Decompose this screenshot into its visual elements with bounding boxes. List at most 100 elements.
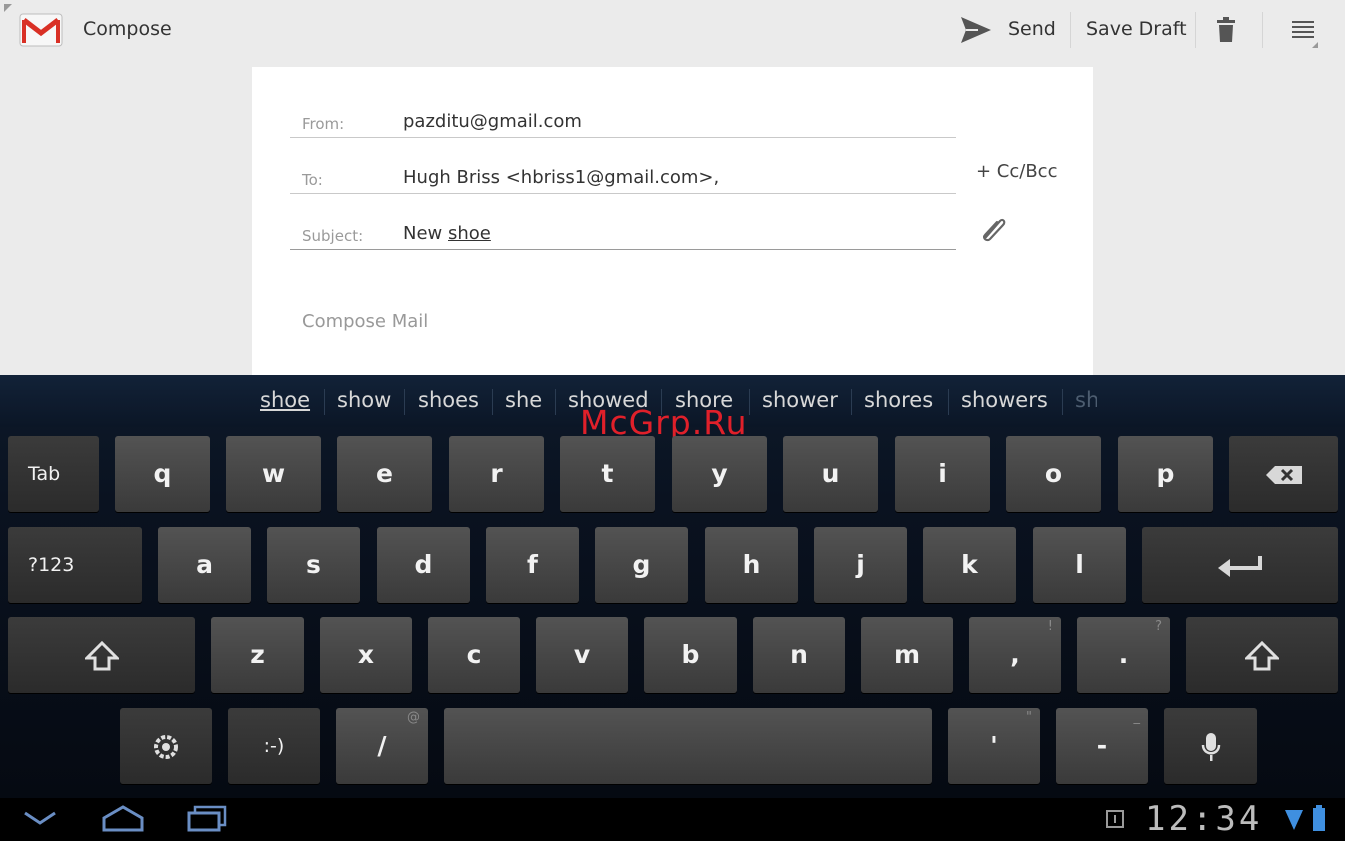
key-p[interactable]: p — [1118, 436, 1213, 512]
overflow-menu-icon[interactable] — [1290, 18, 1318, 50]
key-c[interactable]: c — [428, 617, 520, 693]
key-shift-left[interactable] — [8, 617, 195, 693]
key-w[interactable]: w — [226, 436, 321, 512]
shift-icon — [1243, 640, 1281, 670]
key-i[interactable]: i — [895, 436, 990, 512]
key-slash[interactable]: / @ — [336, 708, 428, 784]
suggestion-divider — [851, 389, 852, 415]
key-space[interactable] — [444, 708, 932, 784]
key-dash-label: - — [1096, 731, 1108, 760]
key-f[interactable]: f — [486, 527, 579, 603]
notification-icon[interactable] — [1106, 810, 1124, 828]
key-backspace[interactable] — [1229, 436, 1338, 512]
suggestion-item[interactable]: she — [505, 388, 542, 412]
key-period-hint: ? — [1155, 619, 1162, 634]
suggestion-item[interactable]: sh — [1075, 388, 1097, 412]
suggestion-divider — [1062, 389, 1063, 415]
key-q[interactable]: q — [115, 436, 210, 512]
cc-bcc-button[interactable]: + Cc/Bcc — [976, 161, 1057, 182]
key-slash-label: / — [377, 731, 387, 760]
key-v[interactable]: v — [536, 617, 628, 693]
home-icon[interactable] — [100, 804, 146, 832]
key-slash-hint: @ — [407, 710, 420, 725]
send-button[interactable]: Send — [1008, 18, 1056, 40]
key-comma[interactable]: , ! — [969, 617, 1061, 693]
action-divider — [1070, 12, 1071, 48]
enter-icon — [1218, 555, 1262, 577]
to-field[interactable]: To: Hugh Briss <hbriss1@gmail.com>, — [290, 153, 956, 194]
suggestion-item[interactable]: shores — [864, 388, 933, 412]
from-field[interactable]: From: pazditu@gmail.com — [290, 97, 956, 138]
key-n[interactable]: n — [753, 617, 845, 693]
to-value: Hugh Briss <hbriss1@gmail.com>, — [403, 167, 720, 188]
key-y[interactable]: y — [672, 436, 767, 512]
back-hide-keyboard-icon[interactable] — [22, 808, 58, 828]
key-b[interactable]: b — [644, 617, 737, 693]
battery-icon — [1313, 805, 1325, 831]
suggestion-item[interactable]: shoes — [418, 388, 479, 412]
gmail-app-icon[interactable] — [18, 10, 64, 50]
send-icon[interactable] — [958, 14, 994, 46]
suggestion-item[interactable]: showers — [961, 388, 1048, 412]
settings-gear-icon — [154, 734, 178, 759]
key-apostrophe[interactable]: ' " — [948, 708, 1040, 784]
key-settings[interactable] — [120, 708, 212, 784]
recent-apps-icon[interactable] — [186, 804, 228, 832]
soft-keyboard: shoe show shoes she showed shore shower … — [0, 375, 1345, 798]
subject-composing-word: shoe — [448, 223, 491, 244]
suggestion-divider — [948, 389, 949, 415]
key-comma-label: , — [1010, 640, 1020, 669]
key-symbols[interactable]: ?123 — [8, 527, 142, 603]
key-u[interactable]: u — [783, 436, 878, 512]
key-period-label: . — [1118, 640, 1129, 669]
page-title: Compose — [83, 18, 172, 40]
from-label: From: — [302, 115, 345, 133]
trash-icon[interactable] — [1214, 16, 1238, 44]
suggestion-divider — [324, 389, 325, 415]
key-dash[interactable]: - _ — [1056, 708, 1148, 784]
suggestion-divider — [749, 389, 750, 415]
wifi-signal-icon — [1285, 810, 1303, 830]
from-value: pazditu@gmail.com — [403, 111, 582, 132]
key-voice[interactable] — [1164, 708, 1257, 784]
key-s[interactable]: s — [267, 527, 360, 603]
subject-prefix: New — [403, 223, 443, 244]
key-z[interactable]: z — [211, 617, 304, 693]
key-d[interactable]: d — [377, 527, 470, 603]
key-g[interactable]: g — [595, 527, 688, 603]
key-h[interactable]: h — [705, 527, 798, 603]
key-shift-right[interactable] — [1186, 617, 1338, 693]
key-k[interactable]: k — [923, 527, 1016, 603]
suggestion-item[interactable]: show — [337, 388, 391, 412]
suggestion-strip: shoe show shoes she showed shore shower … — [0, 375, 1345, 442]
suggestion-divider — [555, 389, 556, 415]
action-divider — [1262, 12, 1263, 48]
attach-icon[interactable] — [978, 213, 1008, 243]
key-smiley[interactable]: :-) — [228, 708, 320, 784]
suggestion-item[interactable]: shower — [762, 388, 838, 412]
subject-field[interactable]: Subject: New shoe — [290, 209, 956, 250]
key-apostrophe-label: ' — [990, 731, 998, 760]
compose-card: From: pazditu@gmail.com To: Hugh Briss <… — [252, 67, 1093, 375]
key-m[interactable]: m — [861, 617, 953, 693]
suggestion-item[interactable]: shoe — [260, 388, 310, 412]
key-a[interactable]: a — [158, 527, 251, 603]
key-r[interactable]: r — [449, 436, 544, 512]
key-t[interactable]: t — [560, 436, 655, 512]
key-j[interactable]: j — [814, 527, 907, 603]
key-x[interactable]: x — [320, 617, 412, 693]
compose-body-input[interactable]: Compose Mail — [302, 311, 428, 332]
save-draft-button[interactable]: Save Draft — [1086, 18, 1187, 40]
action-divider — [1195, 12, 1196, 48]
key-comma-hint: ! — [1047, 619, 1053, 634]
status-clock[interactable]: 12:34 — [1145, 799, 1262, 839]
subject-label: Subject: — [302, 227, 364, 245]
key-enter[interactable] — [1142, 527, 1338, 603]
suggestion-divider — [492, 389, 493, 415]
key-tab[interactable]: Tab — [8, 436, 99, 512]
suggestion-divider — [404, 389, 405, 415]
key-o[interactable]: o — [1006, 436, 1101, 512]
subject-value: New shoe — [403, 223, 491, 244]
key-period[interactable]: . ? — [1077, 617, 1170, 693]
key-e[interactable]: e — [337, 436, 432, 512]
